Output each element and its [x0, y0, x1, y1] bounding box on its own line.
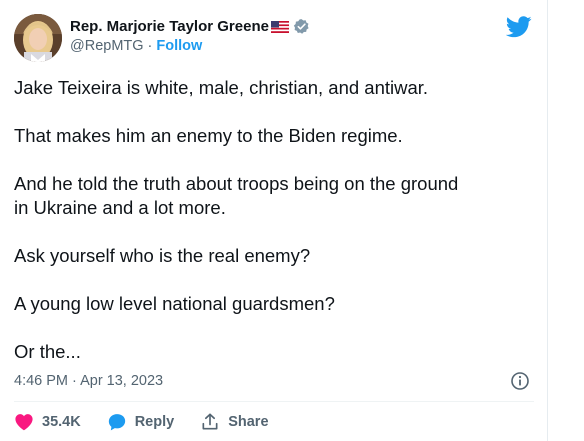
us-flag-icon — [270, 20, 289, 33]
share-label: Share — [228, 414, 269, 430]
tweet-paragraph: And he told the truth about troops being… — [14, 173, 459, 218]
tweet-paragraph: Or the... — [14, 341, 81, 362]
tweet-card: Rep. Marjorie Taylor Greene @RepMTG · Fo… — [0, 0, 548, 441]
reply-label: Reply — [134, 414, 175, 430]
avatar[interactable] — [14, 14, 62, 62]
handle-row: @RepMTG · Follow — [70, 36, 430, 56]
actions-row: 35.4K Reply Share — [14, 410, 295, 434]
author-block: Rep. Marjorie Taylor Greene @RepMTG · Fo… — [70, 16, 430, 56]
tweet-paragraph: A young low level national guardsmen? — [14, 293, 335, 314]
reply-button[interactable]: Reply — [107, 412, 175, 432]
like-button[interactable]: 35.4K — [14, 413, 81, 431]
tweet-header: Rep. Marjorie Taylor Greene @RepMTG · Fo… — [14, 12, 534, 64]
share-icon — [202, 413, 218, 430]
follow-button[interactable]: Follow — [156, 38, 202, 54]
twitter-bird-icon[interactable] — [505, 16, 532, 38]
name-row: Rep. Marjorie Taylor Greene — [70, 16, 430, 36]
divider — [14, 401, 534, 402]
verified-badge-icon — [293, 18, 310, 35]
timestamp[interactable]: 4:46 PM · Apr 13, 2023 — [14, 373, 163, 389]
tweet-paragraph: That makes him an enemy to the Biden reg… — [14, 125, 403, 146]
tweet-paragraph: Jake Teixeira is white, male, christian,… — [14, 77, 429, 98]
info-icon[interactable] — [510, 371, 530, 391]
meta-row: 4:46 PM · Apr 13, 2023 — [14, 370, 534, 392]
heart-icon — [15, 414, 33, 431]
display-name[interactable]: Rep. Marjorie Taylor Greene — [70, 18, 269, 35]
like-count: 35.4K — [42, 414, 81, 430]
tweet-paragraph: Ask yourself who is the real enemy? — [14, 245, 311, 266]
share-button[interactable]: Share — [200, 412, 269, 432]
separator-dot: · — [147, 38, 153, 54]
tweet-text: Jake Teixeira is white, male, christian,… — [14, 76, 534, 364]
reply-bubble-icon — [108, 414, 125, 431]
handle[interactable]: @RepMTG — [70, 38, 144, 54]
